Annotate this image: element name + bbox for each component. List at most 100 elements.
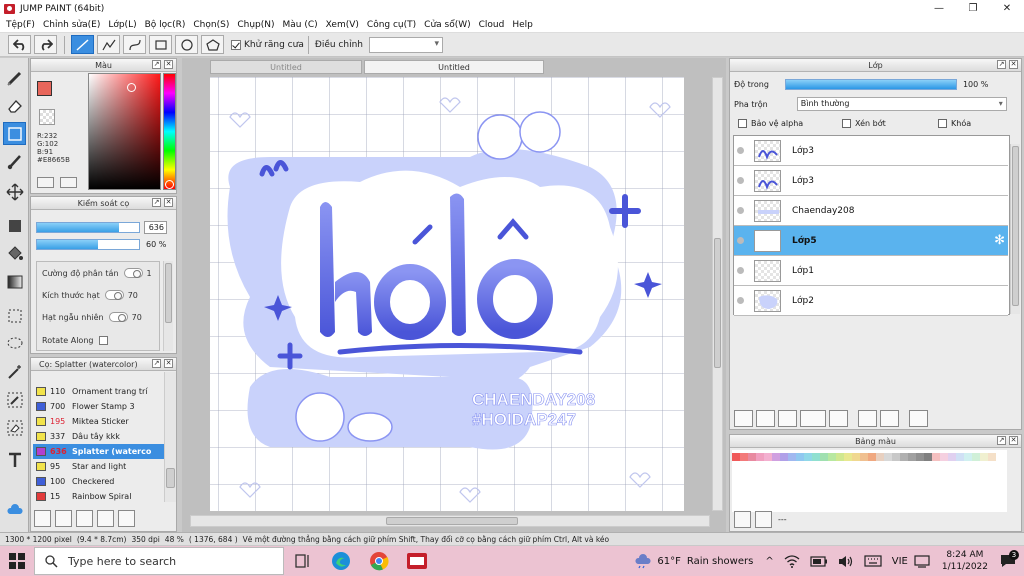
canvas-vertical-scrollbar[interactable] [712,77,723,511]
battery-icon[interactable] [810,555,828,567]
brush-list-item[interactable]: 636 Splatter (waterco [33,444,164,459]
palette-color-swatch[interactable] [804,453,812,461]
palette-color-swatch[interactable] [988,453,996,461]
polygon-stroke-button[interactable] [201,35,224,54]
panel-close-icon[interactable]: ✕ [164,60,173,69]
start-button[interactable] [0,546,34,576]
chrome-taskbar-button[interactable] [360,546,398,576]
layer-item[interactable]: Lớp2 [734,286,1008,316]
brush-size-input[interactable]: 636 [144,221,167,234]
redo-button[interactable] [34,35,57,54]
palette-color-swatch[interactable] [820,453,828,461]
menu-window[interactable]: Cửa sổ(W) [420,20,474,30]
panel-close-icon[interactable]: ✕ [1009,60,1018,69]
lock-checkbox[interactable] [938,119,947,128]
brush-list-scroll-thumb[interactable] [166,468,175,488]
layer-item[interactable]: Lớp3 [734,136,1008,166]
gradient-tool[interactable] [3,270,26,293]
new-layer-folder-button[interactable] [756,410,775,427]
palette-color-swatch[interactable] [756,453,764,461]
undo-button[interactable] [8,35,31,54]
delete-palette-color-button[interactable] [755,511,772,528]
protect-alpha-checkbox[interactable] [738,119,747,128]
layer-visibility-icon[interactable] [737,207,744,214]
layer-item-selected[interactable]: Lớp5 ✻ [734,226,1008,256]
panel-detach-icon[interactable]: ↗ [152,60,161,69]
layer-item[interactable]: Lớp1 [734,256,1008,286]
layer-visibility-icon[interactable] [737,177,744,184]
palette-color-swatch[interactable] [956,453,964,461]
selection-pen-tool[interactable] [3,388,26,411]
palette-color-swatch[interactable] [828,453,836,461]
color-picker-button[interactable] [60,177,77,188]
menu-view[interactable]: Xem(V) [322,20,363,30]
palette-color-swatch[interactable] [940,453,948,461]
move-tool[interactable] [3,180,26,203]
layer-visibility-icon[interactable] [737,267,744,274]
layer-list-scrollbar[interactable] [1010,144,1020,314]
keyboard-icon[interactable] [864,555,882,567]
palette-color-swatch[interactable] [892,453,900,461]
brush-size-slider[interactable] [36,222,140,233]
bucket-tool[interactable] [3,242,26,265]
brush-list-item[interactable]: 100 Checkered [33,474,164,489]
selection-eraser-tool[interactable] [3,416,26,439]
layer-folder-button[interactable] [829,410,848,427]
jumppaint-taskbar-button[interactable] [398,546,436,576]
task-view-button[interactable] [284,546,322,576]
close-button[interactable]: ✕ [990,0,1024,17]
brush-menu-button[interactable] [76,510,93,527]
brush-list-item[interactable]: 700 Flower Stamp 3 [33,399,164,414]
palette-color-swatch[interactable] [868,453,876,461]
brush-opacity-slider[interactable] [36,239,140,250]
panel-detach-icon[interactable]: ↗ [997,60,1006,69]
palette-color-swatch[interactable] [900,453,908,461]
menu-tools[interactable]: Công cụ(T) [363,20,420,30]
layer-settings-gear-icon[interactable]: ✻ [994,233,1005,248]
layer-visibility-icon[interactable] [737,297,744,304]
layer-item[interactable]: Chaenday208 [734,196,1008,226]
palette-color-swatch[interactable] [932,453,940,461]
palette-color-swatch[interactable] [964,453,972,461]
tab-document-1[interactable]: Untitled [210,60,362,74]
canvas-h-scroll-thumb[interactable] [386,517,518,525]
lasso-tool[interactable] [3,332,26,355]
marquee-tool[interactable] [3,304,26,327]
magic-wand-tool[interactable] [3,360,26,383]
hue-slider[interactable] [163,73,176,190]
palette-color-swatch[interactable] [876,453,884,461]
cloud-tool[interactable] [3,498,26,521]
duplicate-layer-button[interactable] [778,410,797,427]
brush-list-item[interactable]: 15 Rainbow Spiral [33,489,164,504]
foreground-color-swatch[interactable] [37,81,52,96]
menu-cloud[interactable]: Cloud [475,20,509,30]
menu-file[interactable]: Tệp(F) [2,20,39,30]
maximize-button[interactable]: ❐ [956,0,990,17]
new-layer-button[interactable] [734,410,753,427]
wifi-icon[interactable] [784,554,800,568]
layer-list-scroll-thumb[interactable] [1012,146,1019,306]
layer-transfer-button[interactable] [880,410,899,427]
layer-opacity-slider[interactable] [784,79,957,90]
saturation-value-picker[interactable] [88,73,161,190]
brush-list-item[interactable]: 95 Star and light [33,459,164,474]
menu-help[interactable]: Help [508,20,537,30]
add-palette-color-button[interactable] [734,511,751,528]
layer-menu-button[interactable] [800,410,826,427]
palette-color-swatch[interactable] [812,453,820,461]
adjust-dropdown[interactable] [368,36,443,53]
brush-tool[interactable] [3,150,26,173]
antialias-checkbox[interactable] [231,39,241,50]
color-history-button[interactable] [37,177,54,188]
minimize-button[interactable]: — [922,0,956,17]
drawing-canvas[interactable]: CHAENDAY208 #HOIDAP247 [210,77,684,511]
menu-select[interactable]: Chọn(S) [189,20,233,30]
canvas-horizontal-scrollbar[interactable] [190,515,710,527]
new-brush-button[interactable] [55,510,72,527]
input-language[interactable]: VIE [892,556,908,567]
palette-color-swatch[interactable] [732,453,740,461]
tray-chevron-up-icon[interactable]: ^ [765,556,773,567]
menu-filter[interactable]: Bộ lọc(R) [141,20,190,30]
brush-list-scrollbar[interactable] [164,372,176,502]
brush-list-item[interactable]: 337 Dâu tây kkk [33,429,164,444]
